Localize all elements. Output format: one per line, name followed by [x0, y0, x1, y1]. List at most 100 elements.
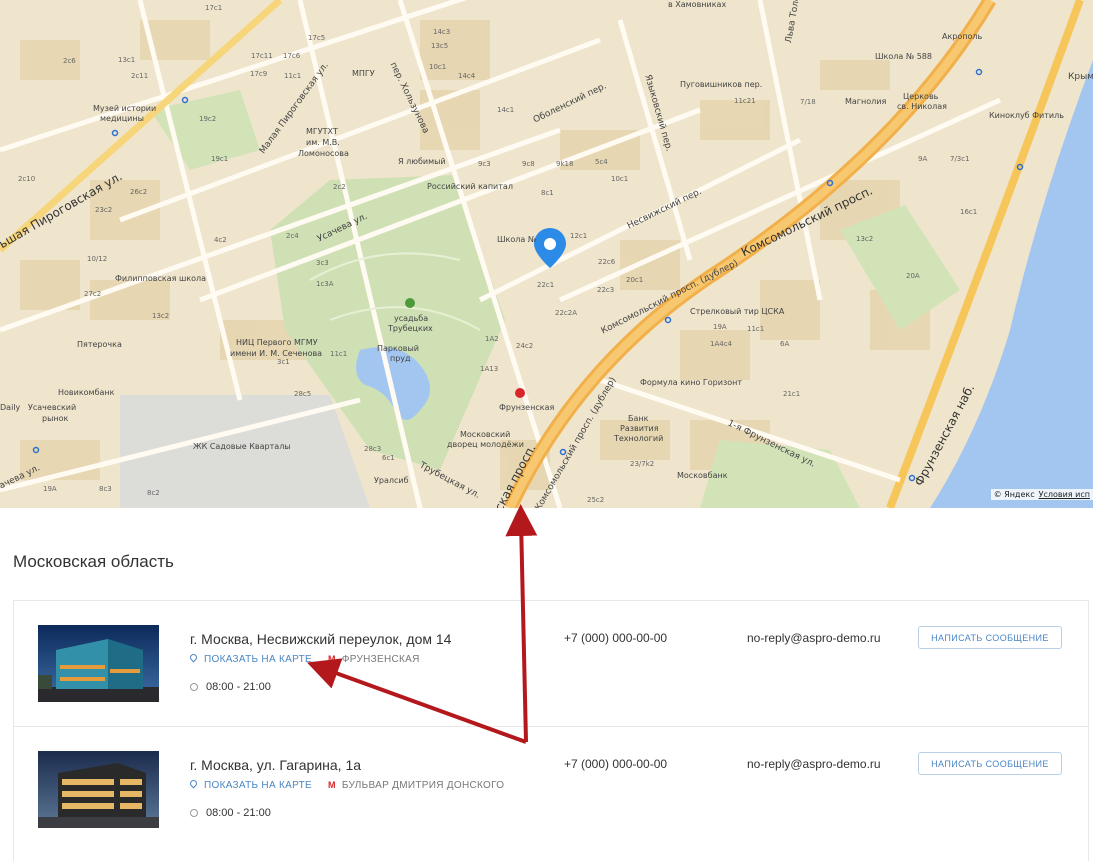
map-house-number: 4c2 — [214, 236, 227, 244]
show-on-map-link[interactable]: ПОКАЗАТЬ НА КАРТЕ — [188, 778, 312, 791]
map-poi-label: Стрелковый тир ЦСКА — [690, 307, 785, 316]
map-canvas — [0, 0, 1093, 508]
map-poi-label: ЖК Садовые Кварталы — [193, 442, 291, 451]
map-house-number: 17c1 — [205, 4, 223, 12]
map-house-number: 10c1 — [429, 63, 447, 71]
map-house-number: 28c5 — [294, 390, 312, 398]
write-message-button[interactable]: НАПИСАТЬ СООБЩЕНИЕ — [918, 752, 1062, 775]
map-house-number: 23c2 — [95, 206, 113, 214]
map-house-number: 2c10 — [18, 175, 36, 183]
map-house-number: 2c2 — [333, 183, 346, 191]
map-poi-label: Фрунзенская — [499, 403, 555, 412]
office-address: г. Москва, ул. Гагарина, 1а — [190, 757, 362, 773]
map-poi-label: св. Николая — [897, 102, 947, 111]
map-house-number: 12c1 — [570, 232, 588, 240]
map-poi-label: Церковь — [903, 92, 939, 101]
map-house-number: 6c1 — [382, 454, 395, 462]
map-poi-label: МГУТХТ — [306, 127, 338, 136]
map-poi-label: Филипповская школа — [115, 274, 207, 283]
map-house-number: 19A — [713, 323, 727, 331]
map-street-label: Крым — [1068, 72, 1093, 82]
working-hours: 08:00 - 21:00 — [190, 681, 271, 693]
office-phone[interactable]: +7 (000) 000-00-00 — [564, 631, 667, 645]
map-poi-label: им. М.В. — [306, 138, 340, 147]
yandex-map[interactable]: Музей истории медицины МПГУ МГУТХТ им. М.В. Л… — [0, 0, 1093, 508]
map-house-number: 1c3A — [316, 280, 334, 288]
map-house-number: 27c2 — [84, 290, 102, 298]
write-message-button[interactable]: НАПИСАТЬ СООБЩЕНИЕ — [918, 626, 1062, 649]
map-poi-label: Новикомбанк — [58, 388, 115, 397]
clock-icon — [190, 809, 198, 817]
office-phone[interactable]: +7 (000) 000-00-00 — [564, 757, 667, 771]
map-house-number: 14c1 — [497, 106, 515, 114]
map-house-number: 2c11 — [131, 72, 149, 80]
map-house-number: 1A13 — [480, 365, 499, 373]
working-hours-text: 08:00 - 21:00 — [206, 681, 271, 693]
map-house-number: 9c8 — [522, 160, 535, 168]
metro-station: М БУЛЬВАР ДМИТРИЯ ДОНСКОГО — [328, 780, 504, 791]
map-poi-label: Пятерочка — [77, 340, 122, 349]
office-email[interactable]: no-reply@aspro-demo.ru — [747, 631, 881, 645]
map-poi-label: пруд — [390, 354, 411, 363]
map-poi-label: МПГУ — [352, 69, 375, 78]
map-house-number: 22c3 — [597, 286, 615, 294]
map-house-number: 10/12 — [87, 255, 108, 263]
metro-icon: М — [328, 654, 336, 664]
map-house-number: 13c1 — [118, 56, 136, 64]
map-poi-label: Московский — [460, 430, 511, 439]
location-pin-icon — [188, 778, 199, 789]
map-house-number: 26c2 — [130, 188, 148, 196]
map-poi-label: Музей истории — [93, 104, 157, 113]
map-house-number: 5c4 — [595, 158, 608, 166]
map-house-number: 17c6 — [283, 52, 301, 60]
metro-station-name: ФРУНЗЕНСКАЯ — [341, 654, 420, 665]
map-house-number: 25c2 — [587, 496, 605, 504]
map-poi-label: Московбанк — [677, 471, 728, 480]
map-house-number: 3c1 — [277, 358, 290, 366]
map-poi-label: Уралсиб — [374, 476, 409, 485]
show-on-map-link[interactable]: ПОКАЗАТЬ НА КАРТЕ — [188, 652, 312, 665]
map-poi-label: Технологий — [614, 434, 664, 443]
office-list: г. Москва, Несвижский переулок, дом 14 П… — [13, 600, 1089, 861]
map-house-number: 8c3 — [99, 485, 112, 493]
map-poi-label: Пуговишников пер. — [680, 80, 763, 89]
region-title: Московская область — [13, 552, 174, 571]
map-house-number: 13c2 — [856, 235, 874, 243]
office-item: г. Москва, Несвижский переулок, дом 14 П… — [14, 601, 1088, 726]
map-poi-label: Школа № 588 — [875, 52, 932, 61]
map-poi-label: Банк — [628, 414, 649, 423]
map-poi-label: Ломоносова — [298, 149, 349, 158]
map-house-number: 13c2 — [152, 312, 170, 320]
map-poi-label: НИЦ Первого МГМУ — [236, 338, 318, 347]
map-house-number: 8c1 — [541, 189, 554, 197]
map-house-number: 7/3c1 — [950, 155, 970, 163]
map-house-number: 21c1 — [783, 390, 801, 398]
map-poi-label: Российский капитал — [427, 182, 513, 191]
map-house-number: 3c3 — [316, 259, 329, 267]
map-house-number: 14c3 — [433, 28, 451, 36]
map-house-number: 20c1 — [626, 276, 644, 284]
map-poi-label: Школа № — [497, 235, 537, 244]
office-email[interactable]: no-reply@aspro-demo.ru — [747, 757, 881, 771]
map-poi-label: Я любимый — [398, 157, 446, 166]
map-house-number: 19A — [43, 485, 57, 493]
office-item: г. Москва, ул. Гагарина, 1а ПОКАЗАТЬ НА … — [14, 726, 1088, 852]
map-house-number: 11c1 — [747, 325, 765, 333]
map-copyright[interactable]: © Яндекс Условия исп — [990, 489, 1093, 500]
map-house-number: 9c3 — [478, 160, 491, 168]
working-hours-text: 08:00 - 21:00 — [206, 807, 271, 819]
map-poi-label: Трубецких — [388, 324, 433, 333]
metro-icon: М — [328, 780, 336, 790]
terms-link[interactable]: Условия исп — [1039, 490, 1090, 499]
map-poi-label: имени И. М. Сеченова — [230, 349, 323, 358]
map-house-number: 19c2 — [199, 115, 217, 123]
map-house-number: 11c1 — [330, 350, 348, 358]
map-house-number: 24c2 — [516, 342, 534, 350]
map-poi-label: в Хамовниках — [668, 0, 727, 9]
map-house-number: 17c11 — [251, 52, 273, 60]
map-poi-label: Развития — [620, 424, 659, 433]
location-pin-icon — [188, 652, 199, 663]
yandex-copyright-text: © Яндекс — [993, 490, 1035, 499]
map-poi-label: Киноклуб Фитиль — [989, 111, 1064, 120]
map-house-number: 1A2 — [485, 335, 499, 343]
